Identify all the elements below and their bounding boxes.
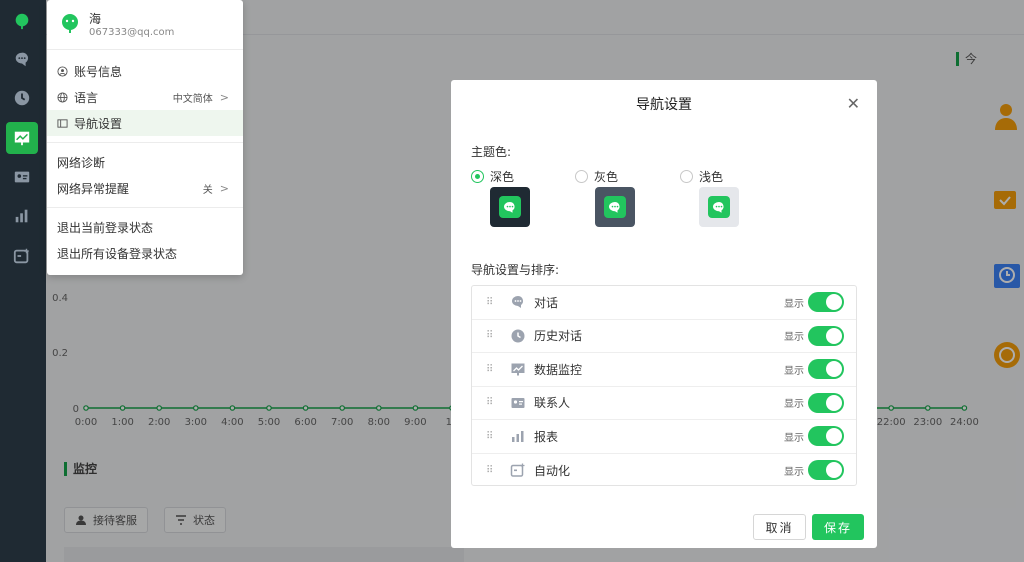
chat-icon [713,202,724,213]
sidebar-chat-icon[interactable] [6,43,38,75]
visibility-toggle[interactable] [808,392,844,413]
divider [47,142,243,143]
theme-label: 主题色: [471,145,512,159]
logo-icon[interactable] [6,5,38,37]
contacts-icon [511,397,525,408]
chat-icon [512,296,523,309]
menu-item-logout-current[interactable]: 退出当前登录状态 [47,214,243,240]
drag-handle-icon[interactable]: ⠿ [486,330,493,341]
globe-icon [57,91,68,103]
drag-handle-icon[interactable]: ⠿ [486,297,493,308]
chevron-right-icon: > [219,90,229,104]
account-email: 067333@qq.com [89,27,175,38]
visibility-toggle[interactable] [808,426,844,447]
drag-handle-icon[interactable]: ⠿ [486,364,493,375]
theme-option-dark[interactable]: 深色 [471,168,514,185]
nav-row-report[interactable]: ⠿ 报表 显示 [472,420,856,454]
layout-icon [57,118,68,128]
menu-item-nav-settings[interactable]: 导航设置 [47,110,243,136]
visibility-toggle[interactable] [808,359,844,380]
sidebar-automation-icon[interactable] [6,240,38,272]
close-icon[interactable]: ✕ [847,94,860,113]
visibility-toggle[interactable] [808,325,844,346]
report-icon [512,431,524,443]
account-name: 海 [89,12,102,26]
app-sidebar [0,0,46,562]
menu-item-network-diag[interactable]: 网络诊断 [47,149,243,175]
nav-row-monitor[interactable]: ⠿ 数据监控 显示 [472,353,856,387]
drag-handle-icon[interactable]: ⠿ [486,431,493,442]
chevron-right-icon: > [219,181,229,195]
sidebar-report-icon[interactable] [6,200,38,232]
menu-item-logout-all[interactable]: 退出所有设备登录状态 [47,240,243,266]
dialog-title: 导航设置 [636,97,692,113]
nav-row-history[interactable]: ⠿ 历史对话 显示 [472,320,856,353]
cancel-button[interactable]: 取消 [753,514,806,540]
visibility-toggle[interactable] [808,292,844,313]
sidebar-contacts-icon[interactable] [6,161,38,193]
sidebar-monitor-icon[interactable] [6,122,38,154]
chat-icon [504,202,515,213]
nav-order-list: ⠿ 对话 显示 ⠿ 历史对话 显示 ⠿ 数据监控 显示 ⠿ 联系人 显示 ⠿ 报… [471,285,857,486]
menu-item-network-alert[interactable]: 网络异常提醒 关 > [47,175,243,201]
history-icon [511,329,525,343]
radio-light[interactable] [680,170,693,183]
theme-option-gray[interactable]: 灰色 [575,168,618,185]
radio-dark[interactable] [471,170,484,183]
menu-item-language[interactable]: 语言 中文简体 > [47,84,243,110]
nav-row-contacts[interactable]: ⠿ 联系人 显示 [472,387,856,420]
radio-gray[interactable] [575,170,588,183]
chat-icon [609,202,620,213]
nav-row-automation[interactable]: ⠿ 自动化 显示 [472,454,856,488]
automation-icon [510,463,525,477]
account-header: 海 067333@qq.com [47,0,243,50]
account-menu: 海 067333@qq.com 账号信息 语言 中文简体 > 导航设置 网络诊断 … [47,0,243,275]
drag-handle-icon[interactable]: ⠿ [486,397,493,408]
theme-preview-dark[interactable] [490,187,530,227]
account-icon [57,65,68,77]
monitor-icon [511,363,525,376]
save-button[interactable]: 保存 [812,514,864,540]
drag-handle-icon[interactable]: ⠿ [486,465,493,476]
theme-option-light[interactable]: 浅色 [680,168,723,185]
nav-row-chat[interactable]: ⠿ 对话 显示 [472,286,856,320]
nav-order-label: 导航设置与排序: [471,263,560,277]
divider [47,207,243,208]
menu-item-account[interactable]: 账号信息 [47,58,243,84]
nav-settings-dialog: 导航设置 ✕ 主题色: 深色 灰色 浅色 导航设置与排序: ⠿ 对话 显示 ⠿ … [451,80,877,548]
visibility-toggle[interactable] [808,460,844,481]
avatar [62,14,78,33]
theme-preview-gray[interactable] [595,187,635,227]
theme-preview-light[interactable] [699,187,739,227]
sidebar-history-icon[interactable] [6,82,38,114]
